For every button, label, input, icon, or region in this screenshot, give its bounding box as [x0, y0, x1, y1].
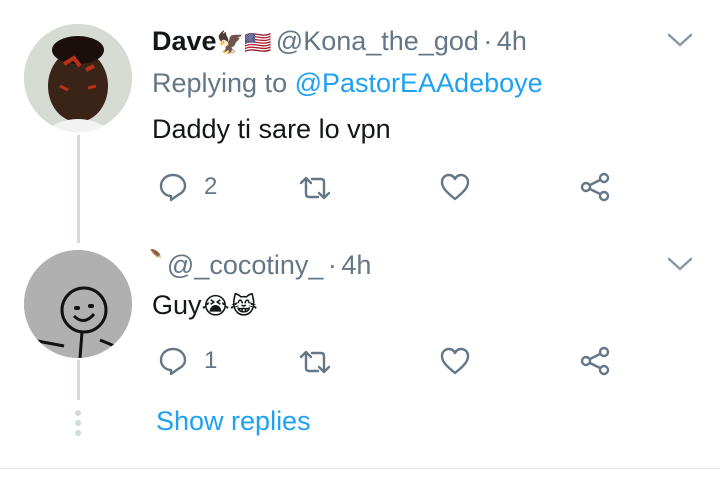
- chevron-down-icon[interactable]: [666, 254, 694, 274]
- thread-dot: [75, 430, 81, 436]
- avatar[interactable]: [24, 24, 132, 132]
- thread-dot: [75, 420, 81, 426]
- replying-to-handle[interactable]: @PastorEAAdeboye: [295, 68, 543, 98]
- reply-icon[interactable]: [158, 172, 188, 202]
- retweet-icon[interactable]: [298, 348, 332, 376]
- display-name[interactable]: Dave: [152, 26, 217, 56]
- share-icon[interactable]: [580, 346, 612, 376]
- timestamp[interactable]: 4h: [497, 26, 527, 56]
- reply-count: 1: [204, 347, 218, 374]
- timestamp[interactable]: 4h: [341, 250, 371, 280]
- name-emojis: 🪶: [150, 250, 163, 261]
- retweet-icon[interactable]: [298, 174, 332, 202]
- thread-dot: [75, 410, 81, 416]
- replying-prefix: Replying to: [152, 68, 288, 98]
- share-icon[interactable]: [580, 172, 612, 202]
- separator: ·: [483, 26, 493, 56]
- thread-line: [77, 135, 80, 243]
- thread-line: [77, 360, 80, 400]
- like-icon[interactable]: [439, 346, 471, 376]
- text-emojis: 😭😹: [201, 293, 258, 320]
- show-replies-link[interactable]: Show replies: [156, 406, 311, 437]
- reply-icon[interactable]: [158, 346, 188, 376]
- handle[interactable]: @Kona_the_god: [276, 26, 479, 56]
- chevron-down-icon[interactable]: [666, 30, 694, 50]
- name-emojis: 🦅🇺🇸: [216, 30, 272, 55]
- tweet-header: Dave🦅🇺🇸 @Kona_the_god · 4h: [152, 26, 527, 57]
- tweet-text: Daddy ti sare lo vpn: [152, 114, 391, 144]
- like-icon[interactable]: [439, 172, 471, 202]
- separator: ·: [327, 250, 337, 280]
- tweet-text: Guy: [152, 290, 202, 320]
- tweet-text-row: Guy😭😹: [152, 290, 258, 321]
- tweet-header: 🪶 @_cocotiny_ · 4h: [150, 250, 371, 281]
- avatar-photo: [24, 24, 132, 132]
- reply-count: 2: [204, 173, 218, 200]
- handle[interactable]: @_cocotiny_: [167, 250, 324, 280]
- divider: [0, 468, 720, 469]
- avatar[interactable]: [24, 250, 132, 358]
- replying-to: Replying to @PastorEAAdeboye: [152, 68, 543, 99]
- avatar-drawing: [24, 250, 132, 358]
